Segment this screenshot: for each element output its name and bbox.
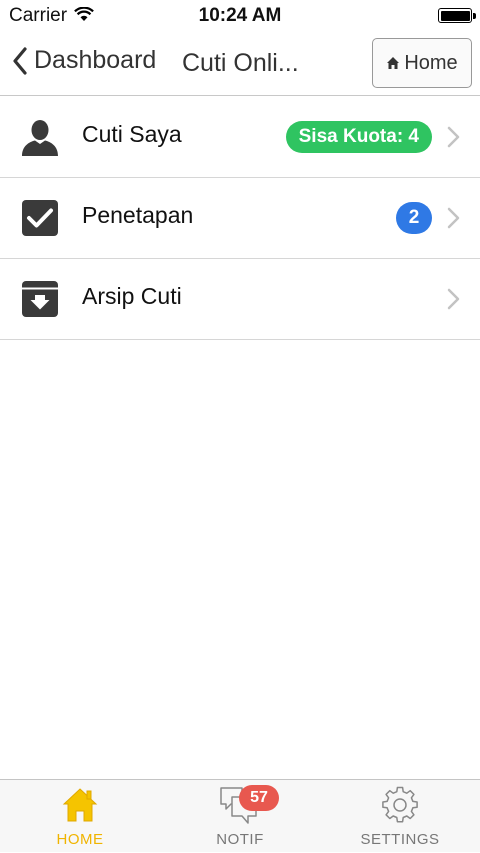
tab-settings[interactable]: SETTINGS [320,780,480,853]
menu-item-cuti-saya[interactable]: Cuti Saya Sisa Kuota: 4 [0,97,480,178]
home-icon [387,57,400,69]
tab-label: HOME [56,831,104,848]
count-badge: 2 [396,202,432,234]
menu-item-label: Cuti Saya [82,121,182,147]
status-bar: Carrier 10:24 AM [0,0,480,32]
chevron-right-icon [447,207,460,229]
menu-item-label: Arsip Cuti [82,283,182,309]
home-button-label: Home [404,51,458,74]
home-icon [62,788,98,822]
back-button[interactable]: Dashboard [12,46,156,75]
back-label: Dashboard [34,46,157,74]
navigation-bar: Dashboard Cuti Onli... Home [0,32,480,96]
tab-home[interactable]: HOME [0,780,160,853]
tab-label: NOTIF [216,831,264,848]
page-title: Cuti Onli... [182,49,299,77]
notification-badge: 57 [239,785,279,811]
archive-icon [22,281,58,317]
gear-icon [382,786,418,823]
menu-list: Cuti Saya Sisa Kuota: 4 Penetapan 2 Arsi… [0,97,480,340]
tab-label: SETTINGS [360,831,440,848]
battery-icon [438,8,476,23]
chevron-right-icon [447,126,460,148]
chevron-right-icon [447,288,460,310]
menu-item-arsip-cuti[interactable]: Arsip Cuti [0,259,480,340]
menu-item-penetapan[interactable]: Penetapan 2 [0,178,480,259]
chevron-left-icon [13,46,27,75]
person-icon [22,120,58,156]
tab-bar: HOME NOTIF SETTINGS 57 [0,779,480,852]
menu-item-label: Penetapan [82,202,194,228]
quota-badge: Sisa Kuota: 4 [285,121,432,153]
clock: 10:24 AM [198,5,282,26]
checkbox-icon [22,200,58,236]
home-button[interactable]: Home [372,38,472,88]
